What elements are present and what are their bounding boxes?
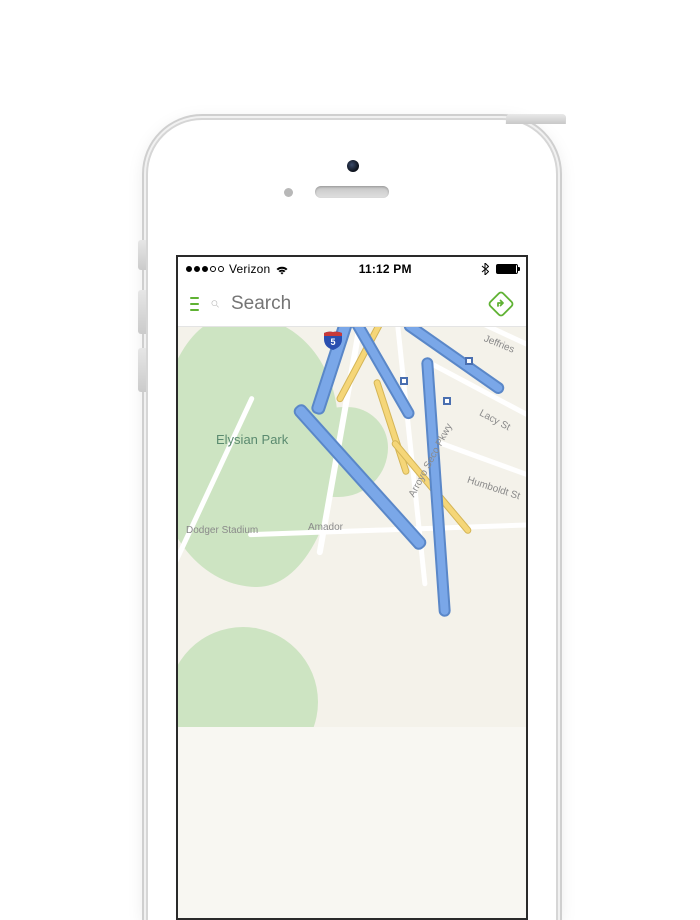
map-viewport[interactable]: 5 Elysian Park Jeffries Lacy St Humboldt…: [178, 327, 526, 727]
road-label: Amador: [308, 522, 343, 533]
battery-icon: [496, 264, 518, 274]
status-bar: Verizon 11:12 PM: [178, 257, 526, 281]
mute-switch: [138, 240, 146, 270]
bluetooth-icon: [481, 263, 489, 275]
interstate-shield-icon: 5: [322, 329, 344, 351]
volume-down-button: [138, 348, 146, 392]
park-region: [178, 627, 318, 727]
directions-icon[interactable]: [488, 291, 514, 317]
clock: 11:12 PM: [289, 262, 481, 276]
interchange-node: [443, 397, 451, 405]
proximity-sensor: [284, 188, 293, 197]
phone-screen: Verizon 11:12 PM: [176, 255, 528, 920]
road-label: Lacy St: [477, 408, 512, 433]
power-button: [506, 114, 566, 124]
app-header: [178, 281, 526, 327]
earpiece-speaker: [315, 186, 389, 198]
front-camera: [347, 160, 359, 172]
phone-device-frame: Verizon 11:12 PM: [148, 120, 556, 920]
signal-strength-icon: [186, 266, 224, 272]
search-input[interactable]: [231, 293, 476, 315]
park-label: Elysian Park: [216, 432, 288, 447]
menu-icon[interactable]: [190, 297, 199, 311]
road-label: Humboldt St: [466, 475, 522, 502]
volume-up-button: [138, 290, 146, 334]
carrier-label: Verizon: [229, 262, 270, 276]
search-icon[interactable]: [211, 294, 220, 314]
wifi-icon: [275, 264, 289, 275]
interchange-node: [400, 377, 408, 385]
device-sensors: [148, 160, 556, 198]
road-label: Dodger Stadium: [186, 525, 258, 536]
svg-text:5: 5: [330, 337, 335, 347]
interchange-node: [465, 357, 473, 365]
